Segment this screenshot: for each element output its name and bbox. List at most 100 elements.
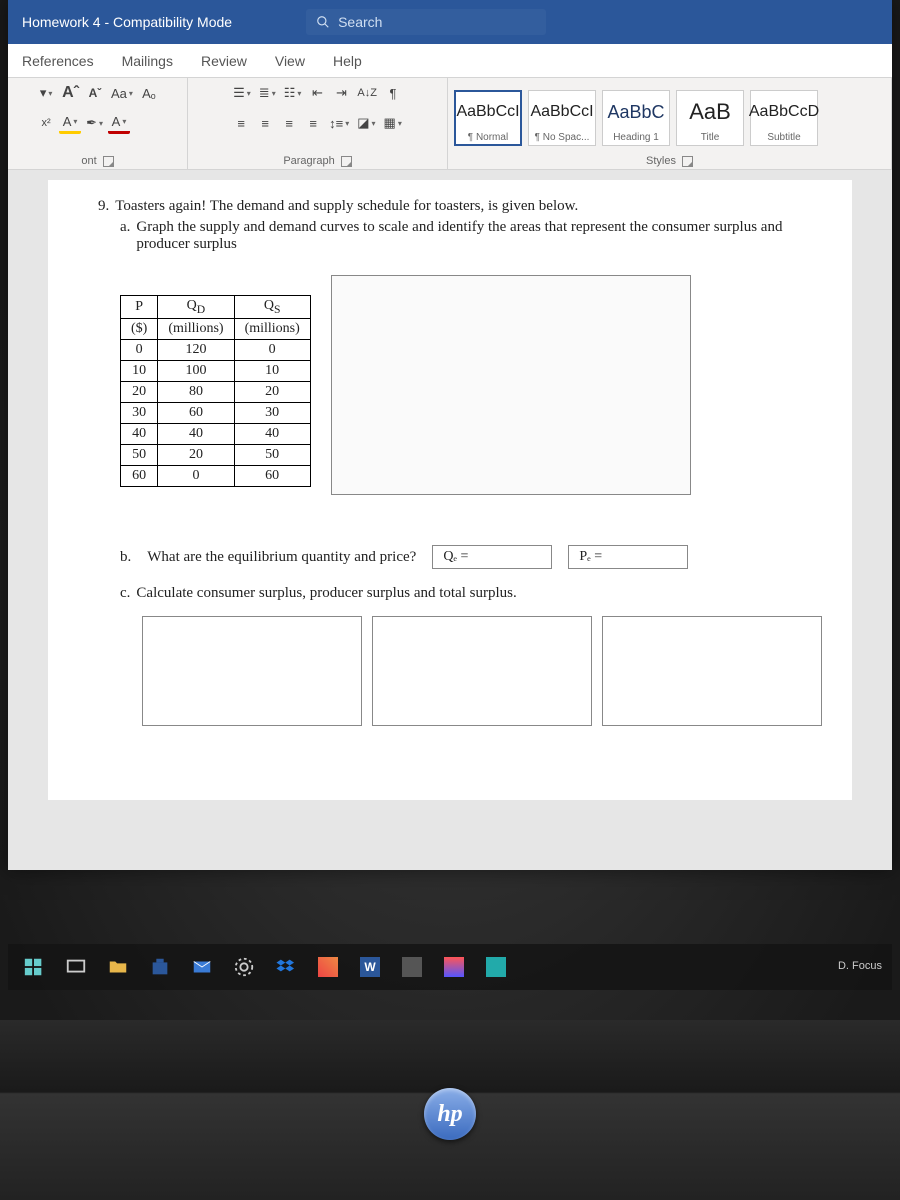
task-view-button[interactable] bbox=[60, 951, 92, 983]
tab-review[interactable]: Review bbox=[187, 44, 261, 77]
word-taskbar-button[interactable]: W bbox=[354, 951, 386, 983]
style-subtitle[interactable]: AaBbCcD Subtitle bbox=[750, 90, 818, 146]
folder-icon bbox=[107, 956, 129, 978]
styles-gallery: AaBbCcI ¶ Normal AaBbCcI ¶ No Spac... Aa… bbox=[454, 90, 818, 146]
increase-indent-button[interactable]: ⇥ bbox=[330, 82, 352, 104]
clear-formatting-button[interactable]: Aₒ bbox=[138, 82, 160, 104]
tab-help[interactable]: Help bbox=[319, 44, 376, 77]
style-normal[interactable]: AaBbCcI ¶ Normal bbox=[454, 90, 522, 146]
app-button-3[interactable] bbox=[438, 951, 470, 983]
align-right-button[interactable]: ≡ bbox=[278, 112, 300, 134]
dropbox-icon bbox=[275, 956, 297, 978]
part-a-text: Graph the supply and demand curves to sc… bbox=[136, 219, 822, 253]
generic-app-icon bbox=[486, 957, 506, 977]
borders-button[interactable]: ▦ bbox=[381, 112, 405, 134]
word-window: Homework 4 - Compatibility Mode Search R… bbox=[8, 0, 892, 870]
part-b-text: What are the equilibrium quantity and pr… bbox=[147, 549, 416, 566]
windows-icon bbox=[23, 956, 45, 978]
styles-group-label: Styles bbox=[646, 155, 676, 167]
total-surplus-box[interactable] bbox=[602, 616, 822, 726]
generic-app-icon bbox=[402, 957, 422, 977]
ribbon-tabs: References Mailings Review View Help bbox=[8, 44, 892, 78]
styles-dialog-launcher-icon[interactable] bbox=[682, 156, 693, 167]
numbering-button[interactable]: ≣ bbox=[256, 82, 279, 104]
table-header-qs: QS bbox=[234, 296, 310, 319]
align-left-button[interactable]: ≡ bbox=[230, 112, 252, 134]
document-title: Homework 4 - Compatibility Mode bbox=[8, 14, 246, 30]
search-placeholder: Search bbox=[338, 14, 382, 30]
app-button-1[interactable] bbox=[312, 951, 344, 983]
settings-button[interactable] bbox=[228, 951, 260, 983]
paragraph-group: ☰ ≣ ☷ ⇤ ⇥ A↓Z ¶ ≡ ≡ ≡ ≡ ↕≡ ◪ bbox=[188, 78, 448, 169]
font-dialog-launcher-icon[interactable] bbox=[103, 156, 114, 167]
word-icon: W bbox=[360, 957, 380, 977]
part-c-label: c. bbox=[120, 585, 130, 602]
text-highlight-button[interactable]: A bbox=[59, 112, 81, 134]
style-heading1[interactable]: AaBbC Heading 1 bbox=[602, 90, 670, 146]
table-row: 208020 bbox=[121, 381, 311, 402]
start-button[interactable] bbox=[18, 951, 50, 983]
producer-surplus-box[interactable] bbox=[372, 616, 592, 726]
generic-app-icon bbox=[444, 957, 464, 977]
font-color-button[interactable]: A bbox=[108, 112, 130, 134]
document-page[interactable]: 9. Toasters again! The demand and supply… bbox=[48, 180, 852, 800]
justify-button[interactable]: ≡ bbox=[302, 112, 324, 134]
app-button-2[interactable] bbox=[396, 951, 428, 983]
multilevel-list-button[interactable]: ☷ bbox=[281, 82, 305, 104]
task-view-icon bbox=[65, 956, 87, 978]
tab-mailings[interactable]: Mailings bbox=[108, 44, 187, 77]
mail-icon bbox=[191, 956, 213, 978]
table-row: 01200 bbox=[121, 339, 311, 360]
align-center-button[interactable]: ≡ bbox=[254, 112, 276, 134]
table-row: 1010010 bbox=[121, 360, 311, 381]
font-dropdown-chevron[interactable]: ▾ bbox=[35, 82, 57, 104]
bullets-button[interactable]: ☰ bbox=[230, 82, 254, 104]
table-header-qs-unit: (millions) bbox=[234, 318, 310, 339]
line-spacing-button[interactable]: ↕≡ bbox=[326, 112, 352, 134]
consumer-surplus-box[interactable] bbox=[142, 616, 362, 726]
store-button[interactable] bbox=[144, 951, 176, 983]
grow-font-button[interactable]: Aˆ bbox=[59, 82, 82, 104]
question-number: 9. bbox=[98, 198, 109, 215]
table-row: 502050 bbox=[121, 444, 311, 465]
paragraph-dialog-launcher-icon[interactable] bbox=[341, 156, 352, 167]
tab-references[interactable]: References bbox=[8, 44, 108, 77]
tab-view[interactable]: View bbox=[261, 44, 319, 77]
styles-group: AaBbCcI ¶ Normal AaBbCcI ¶ No Spac... Aa… bbox=[448, 78, 892, 169]
part-c-text: Calculate consumer surplus, producer sur… bbox=[136, 585, 516, 602]
decrease-indent-button[interactable]: ⇤ bbox=[306, 82, 328, 104]
shading-button[interactable]: ◪ bbox=[354, 112, 378, 134]
pe-field[interactable]: Pₑ = bbox=[568, 545, 688, 569]
sort-button[interactable]: A↓Z bbox=[354, 82, 380, 104]
change-case-button[interactable]: Aa bbox=[108, 82, 136, 104]
table-row: 60060 bbox=[121, 465, 311, 486]
store-icon bbox=[149, 956, 171, 978]
search-box[interactable]: Search bbox=[306, 9, 546, 35]
pen-button[interactable]: ✒ bbox=[83, 112, 106, 134]
style-no-spacing[interactable]: AaBbCcI ¶ No Spac... bbox=[528, 90, 596, 146]
app-button-4[interactable] bbox=[480, 951, 512, 983]
supply-demand-table: P QD QS ($) (millions) (millions) 01200 … bbox=[120, 295, 311, 487]
qe-field[interactable]: Qₑ = bbox=[432, 545, 552, 569]
ribbon: ▾ Aˆ Aˇ Aa Aₒ x² A ✒ A ont bbox=[8, 78, 892, 170]
focus-indicator[interactable]: D. Focus bbox=[838, 960, 882, 973]
show-marks-button[interactable]: ¶ bbox=[382, 82, 404, 104]
title-bar: Homework 4 - Compatibility Mode Search bbox=[8, 0, 892, 44]
table-header-p-unit: ($) bbox=[121, 318, 158, 339]
table-row: 404040 bbox=[121, 423, 311, 444]
dropbox-button[interactable] bbox=[270, 951, 302, 983]
font-group: ▾ Aˆ Aˇ Aa Aₒ x² A ✒ A ont bbox=[8, 78, 188, 169]
superscript-button[interactable]: x² bbox=[35, 112, 57, 134]
search-icon bbox=[316, 15, 330, 29]
table-header-qd-unit: (millions) bbox=[158, 318, 234, 339]
shrink-font-button[interactable]: Aˇ bbox=[84, 82, 106, 104]
style-title[interactable]: AaB Title bbox=[676, 90, 744, 146]
paragraph-group-label: Paragraph bbox=[283, 155, 334, 167]
part-a-label: a. bbox=[120, 219, 130, 253]
table-row: 306030 bbox=[121, 402, 311, 423]
graph-placeholder bbox=[331, 275, 691, 495]
document-area[interactable]: 9. Toasters again! The demand and supply… bbox=[8, 170, 892, 870]
explorer-button[interactable] bbox=[102, 951, 134, 983]
mail-button[interactable] bbox=[186, 951, 218, 983]
question-text: Toasters again! The demand and supply sc… bbox=[115, 198, 578, 215]
